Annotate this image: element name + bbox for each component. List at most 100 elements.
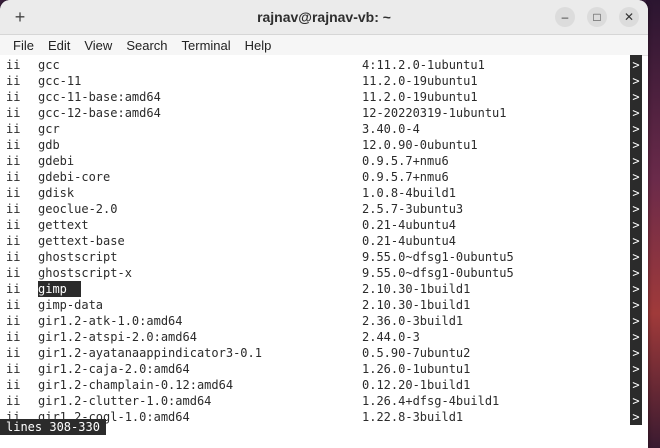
package-version: 2.10.30-1build1: [362, 298, 471, 312]
overflow-marker: >: [632, 410, 640, 424]
overflow-marker: >: [632, 298, 640, 312]
overflow-marker: >: [632, 138, 640, 152]
package-name: gir1.2-clutter-1.0:amd64: [38, 394, 212, 408]
terminal-output[interactable]: ii gcc 4:11.2.0-1ubuntu1 ii gcc-11 11.2.0-19u…: [0, 55, 630, 448]
package-row: ii gdisk 1.0.8-4build1: [0, 185, 630, 201]
pager-status-line: lines 308-330: [0, 419, 106, 435]
package-version: 0.9.5.7+nmu6: [362, 154, 449, 168]
package-row: ii gimp 2.10.30-1build1: [0, 281, 630, 297]
package-status: ii: [6, 346, 21, 360]
overflow-marker: >: [632, 282, 640, 296]
overflow-marker: >: [632, 394, 640, 408]
menu-edit[interactable]: Edit: [41, 38, 77, 53]
menu-bar: File Edit View Search Terminal Help: [0, 35, 648, 56]
overflow-marker: >: [632, 250, 640, 264]
menu-terminal[interactable]: Terminal: [175, 38, 238, 53]
package-status: ii: [6, 90, 21, 104]
package-version: 4:11.2.0-1ubuntu1: [362, 58, 485, 72]
minimize-button[interactable]: –: [555, 7, 575, 27]
package-name: gdb: [38, 138, 60, 152]
package-status: ii: [6, 138, 21, 152]
package-row: ii gir1.2-atk-1.0:amd64 2.36.0-3build1: [0, 313, 630, 329]
menu-help[interactable]: Help: [238, 38, 279, 53]
package-status: ii: [6, 250, 21, 264]
menu-search[interactable]: Search: [119, 38, 174, 53]
package-status: ii: [6, 330, 21, 344]
menu-file[interactable]: File: [6, 38, 41, 53]
package-name-selected: gimp: [38, 281, 81, 297]
titlebar: + rajnav@rajnav-vb: ~ – □ ✕: [0, 0, 648, 35]
overflow-marker: >: [632, 314, 640, 328]
package-status: ii: [6, 234, 21, 248]
package-row: ii gir1.2-ayatanaappindicator3-0.1 0.5.90-…: [0, 345, 630, 361]
package-row: ii geoclue-2.0 2.5.7-3ubuntu3: [0, 201, 630, 217]
package-name: gettext: [38, 218, 89, 232]
package-status: ii: [6, 186, 21, 200]
package-row: ii gdb 12.0.90-0ubuntu1: [0, 137, 630, 153]
package-row: ii gir1.2-clutter-1.0:amd64 1.26.4+dfsg-4b…: [0, 393, 630, 409]
package-version: 0.5.90-7ubuntu2: [362, 346, 471, 360]
maximize-button[interactable]: □: [587, 7, 607, 27]
package-row: ii gettext 0.21-4ubuntu4: [0, 217, 630, 233]
minimize-icon: –: [561, 10, 569, 24]
package-status: ii: [6, 282, 21, 296]
menu-view[interactable]: View: [77, 38, 119, 53]
package-row: ii gdebi 0.9.5.7+nmu6: [0, 153, 630, 169]
package-version: 1.0.8-4build1: [362, 186, 456, 200]
overflow-marker: >: [632, 346, 640, 360]
overflow-marker: >: [632, 202, 640, 216]
package-name: gdisk: [38, 186, 75, 200]
package-row: ii gcc-11 11.2.0-19ubuntu1: [0, 73, 630, 89]
package-version: 12-20220319-1ubuntu1: [362, 106, 507, 120]
overflow-marker: >: [632, 266, 640, 280]
package-name: gir1.2-ayatanaappindicator3-0.1: [38, 346, 262, 360]
package-name: gir1.2-caja-2.0:amd64: [38, 362, 190, 376]
overflow-marker: >: [632, 122, 640, 136]
package-name: ghostscript-x: [38, 266, 132, 280]
close-button[interactable]: ✕: [619, 7, 639, 27]
package-status: ii: [6, 202, 21, 216]
line-overflow-markers: > > > > > > > > > > > > > > > > > > > > > > >: [630, 55, 642, 425]
package-version: 2.36.0-3build1: [362, 314, 464, 328]
package-status: ii: [6, 362, 21, 376]
package-name: gir1.2-champlain-0.12:amd64: [38, 378, 234, 392]
package-version: 1.26.0-1ubuntu1: [362, 362, 471, 376]
package-row: ii gdebi-core 0.9.5.7+nmu6: [0, 169, 630, 185]
package-version: 0.12.20-1build1: [362, 378, 471, 392]
package-version: 2.5.7-3ubuntu3: [362, 202, 464, 216]
package-name: gcc: [38, 58, 60, 72]
package-name: gimp-data: [38, 298, 104, 312]
package-row: ii gimp-data 2.10.30-1build1: [0, 297, 630, 313]
package-name: gcc-11: [38, 74, 82, 88]
package-version: 2.10.30-1build1: [362, 282, 471, 296]
package-name: gettext-base: [38, 234, 125, 248]
package-version: 1.26.4+dfsg-4build1: [362, 394, 500, 408]
package-version: 2.44.0-3: [362, 330, 420, 344]
package-status: ii: [6, 266, 21, 280]
desktop-background: [646, 0, 660, 448]
package-version: 0.21-4ubuntu4: [362, 234, 456, 248]
package-version: 11.2.0-19ubuntu1: [362, 90, 478, 104]
window-title: rajnav@rajnav-vb: ~: [257, 9, 391, 25]
package-name: gcr: [38, 122, 60, 136]
package-status: ii: [6, 122, 21, 136]
package-status: ii: [6, 154, 21, 168]
package-row: ii ghostscript-x 9.55.0~dfsg1-0ubuntu5: [0, 265, 630, 281]
package-version: 3.40.0-4: [362, 122, 420, 136]
package-row: ii gir1.2-champlain-0.12:amd64 0.12.20-1bu…: [0, 377, 630, 393]
package-version: 9.55.0~dfsg1-0ubuntu5: [362, 266, 514, 280]
package-version: 1.22.8-3build1: [362, 410, 464, 424]
package-name: gir1.2-atspi-2.0:amd64: [38, 330, 197, 344]
package-name: gir1.2-atk-1.0:amd64: [38, 314, 183, 328]
package-row: ii gettext-base 0.21-4ubuntu4: [0, 233, 630, 249]
package-name: gdebi: [38, 154, 75, 168]
package-status: ii: [6, 74, 21, 88]
overflow-marker: >: [632, 330, 640, 344]
overflow-marker: >: [632, 362, 640, 376]
package-status: ii: [6, 378, 21, 392]
package-row: ii gir1.2-caja-2.0:amd64 1.26.0-1ubuntu1: [0, 361, 630, 377]
package-version: 11.2.0-19ubuntu1: [362, 74, 478, 88]
overflow-marker: >: [632, 58, 640, 72]
package-name: ghostscript: [38, 250, 118, 264]
package-row: ii ghostscript 9.55.0~dfsg1-0ubuntu5: [0, 249, 630, 265]
